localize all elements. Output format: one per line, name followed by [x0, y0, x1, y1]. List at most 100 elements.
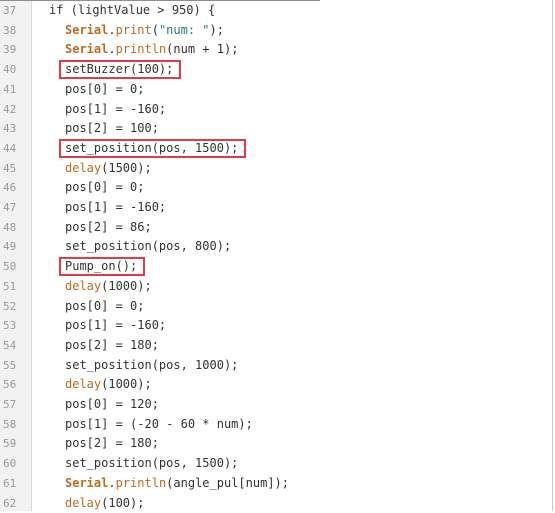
code-token: (angle_pul[num]); — [166, 476, 289, 490]
code-line[interactable]: 53pos[1] = -160; — [0, 316, 552, 336]
code-token: . — [108, 23, 115, 37]
code-text: delay(1500); — [65, 159, 152, 179]
line-number: 56 — [3, 375, 27, 395]
code-token: delay — [65, 279, 101, 293]
code-line[interactable]: 42pos[1] = -160; — [0, 100, 552, 120]
code-line[interactable]: 60 set_position(pos, 1500); — [0, 454, 552, 474]
code-line[interactable]: 46pos[0] = 0; — [0, 178, 552, 198]
line-number: 38 — [3, 21, 27, 41]
code-line[interactable]: 40 setBuzzer(100); — [0, 60, 552, 80]
code-line[interactable]: 41 pos[0] = 0; — [0, 80, 552, 100]
code-token: set_position(pos, 1500); — [65, 456, 238, 470]
code-text: pos[0] = 0; — [65, 80, 144, 100]
code-text: set_position(pos, 1500); — [65, 139, 238, 159]
code-token: println — [116, 476, 167, 490]
line-number: 60 — [3, 454, 27, 474]
code-text: Pump_on(); — [65, 257, 137, 277]
code-token: delay — [65, 496, 101, 510]
code-text: pos[0] = 0; — [65, 178, 144, 198]
code-line[interactable]: 48pos[2] = 86; — [0, 218, 552, 238]
code-line[interactable]: 55 set_position(pos, 1000); — [0, 356, 552, 376]
code-token: set_position(pos, 1000); — [65, 358, 238, 372]
code-line[interactable]: 49set_position(pos, 800); — [0, 237, 552, 257]
code-line[interactable]: 51delay(1000); — [0, 277, 552, 297]
code-line[interactable]: 43pos[2] = 100; — [0, 119, 552, 139]
line-number: 41 — [3, 80, 27, 100]
code-line[interactable]: 57 pos[0] = 120; — [0, 395, 552, 415]
line-number: 52 — [3, 297, 27, 317]
code-token: pos[1] = -160; — [65, 318, 166, 332]
code-token: pos[1] = (-20 - 60 * num); — [65, 417, 253, 431]
code-text: pos[2] = 180; — [65, 434, 159, 454]
code-editor[interactable]: 37if (lightValue > 950) {38Serial.print(… — [0, 0, 555, 511]
code-line[interactable]: 62 delay(100); — [0, 494, 552, 513]
line-number: 55 — [3, 356, 27, 376]
code-token: "num: " — [159, 23, 210, 37]
code-line[interactable]: 47 pos[1] = -160; — [0, 198, 552, 218]
code-text: pos[1] = -160; — [65, 316, 166, 336]
code-token: pos[1] = -160; — [65, 200, 166, 214]
line-number: 45 — [3, 159, 27, 179]
code-token: Serial — [65, 476, 108, 490]
code-token: ( — [152, 23, 159, 37]
code-token: Serial — [65, 42, 108, 56]
code-token: pos[0] = 0; — [65, 180, 144, 194]
code-token: setBuzzer(100); — [65, 62, 173, 76]
line-number: 48 — [3, 218, 27, 238]
code-text: Serial.println(angle_pul[num]); — [65, 474, 289, 494]
code-token: pos[2] = 180; — [65, 436, 159, 450]
code-line[interactable]: 50 Pump_on(); — [0, 257, 552, 277]
code-token: println — [116, 42, 167, 56]
code-token: (1000); — [101, 279, 152, 293]
code-line[interactable]: 58pos[1] = (-20 - 60 * num); — [0, 415, 552, 435]
code-text: if (lightValue > 950) { — [49, 1, 215, 21]
code-token: delay — [65, 377, 101, 391]
code-line[interactable]: 61 Serial.println(angle_pul[num]); — [0, 474, 552, 494]
code-token: pos[0] = 120; — [65, 397, 159, 411]
code-text: pos[0] = 0; — [65, 297, 144, 317]
code-token: pos[2] = 100; — [65, 121, 159, 135]
code-line[interactable]: 38 Serial.print("num: "); — [0, 21, 552, 41]
code-token: pos[0] = 0; — [65, 299, 144, 313]
code-line[interactable]: 54 pos[2] = 180; — [0, 336, 552, 356]
code-text: pos[2] = 180; — [65, 336, 159, 356]
code-line[interactable]: 37 if (lightValue > 950) { — [0, 1, 552, 21]
code-token: if (lightValue > 950) { — [49, 3, 215, 17]
code-token: pos[1] = -160; — [65, 102, 166, 116]
code-text: delay(1000); — [65, 375, 152, 395]
code-line[interactable]: 59 pos[2] = 180; — [0, 434, 552, 454]
line-number: 59 — [3, 434, 27, 454]
code-token: Pump_on(); — [65, 259, 137, 273]
code-token: pos[2] = 180; — [65, 338, 159, 352]
code-line[interactable]: 45 delay(1500); — [0, 159, 552, 179]
line-number: 50 — [3, 257, 27, 277]
code-text: pos[1] = (-20 - 60 * num); — [65, 415, 253, 435]
line-number: 39 — [3, 40, 27, 60]
code-line[interactable]: 44 set_position(pos, 1500); — [0, 139, 552, 159]
line-number: 62 — [3, 494, 27, 513]
line-number: 47 — [3, 198, 27, 218]
code-token: set_position(pos, 1500); — [65, 141, 238, 155]
line-number: 40 — [3, 60, 27, 80]
code-token: pos[0] = 0; — [65, 82, 144, 96]
line-number: 57 — [3, 395, 27, 415]
code-token: set_position(pos, 800); — [65, 239, 231, 253]
code-text: pos[0] = 120; — [65, 395, 159, 415]
line-number: 37 — [3, 1, 27, 21]
code-line[interactable]: 39 Serial.println(num + 1); — [0, 40, 552, 60]
code-line[interactable]: 52 pos[0] = 0; — [0, 297, 552, 317]
line-number: 44 — [3, 139, 27, 159]
line-number: 61 — [3, 474, 27, 494]
code-line[interactable]: 56 delay(1000); — [0, 375, 552, 395]
code-token: print — [116, 23, 152, 37]
right-border-line — [552, 0, 553, 511]
code-token: (1500); — [101, 161, 152, 175]
code-text: pos[2] = 100; — [65, 119, 159, 139]
code-token: Serial — [65, 23, 108, 37]
code-text: delay(100); — [65, 494, 144, 513]
line-number: 54 — [3, 336, 27, 356]
code-token: ); — [210, 23, 224, 37]
code-token: delay — [65, 161, 101, 175]
code-text: pos[1] = -160; — [65, 198, 166, 218]
code-text: Serial.println(num + 1); — [65, 40, 238, 60]
